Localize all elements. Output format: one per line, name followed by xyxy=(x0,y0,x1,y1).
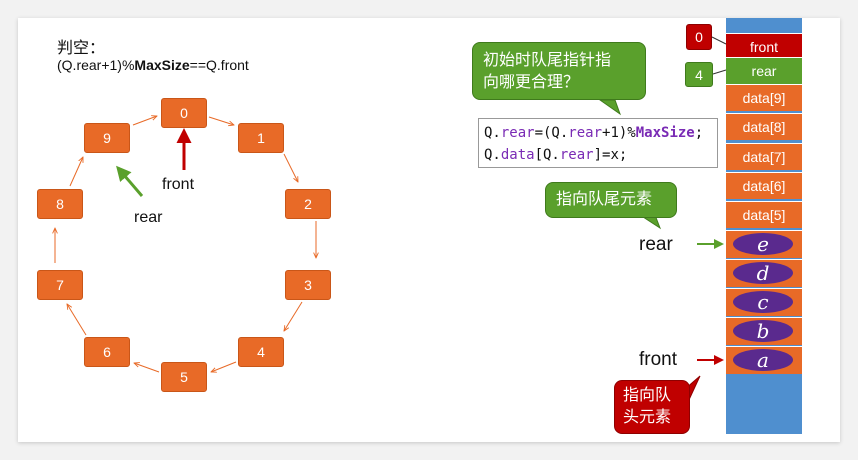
ring-node-0: 0 xyxy=(161,98,207,128)
ring-node-3: 3 xyxy=(285,270,331,300)
arrow-8-9 xyxy=(69,157,84,187)
arrow-3-4 xyxy=(284,301,303,331)
arrow-9-0 xyxy=(132,116,157,126)
callout-top-tail xyxy=(598,99,621,116)
callout-head-line2: 头元素 xyxy=(623,409,672,426)
rear-index-connector xyxy=(712,69,727,75)
queue-rear-cell: rear xyxy=(726,57,802,84)
arrow-1-2 xyxy=(283,153,298,182)
queue-front-cell: front xyxy=(726,33,802,60)
queue-data-cell-7: data[7] xyxy=(726,143,802,170)
rear-index-tag: 4 xyxy=(685,62,713,87)
queue-data-cell-9: data[9] xyxy=(726,84,802,111)
rear-arrow xyxy=(116,165,144,197)
ring-front-label: front xyxy=(162,176,195,193)
arrow-4-5 xyxy=(211,361,237,372)
code-block: Q.rear=(Q.rear+1)%MaxSize; Q.data[Q.rear]… xyxy=(478,118,718,168)
code-line-1: Q.rear=(Q.rear+1)%MaxSize; xyxy=(484,125,704,141)
callout-initial-rear: 初始时队尾指针指 向哪更合理？ xyxy=(472,42,646,100)
rear-pointer-label: rear xyxy=(639,234,673,255)
callout-tail-element: 指向队尾元素 xyxy=(545,182,677,218)
front-index-tag: 0 xyxy=(686,24,712,50)
queue-data-cell-5: data[5] xyxy=(726,201,802,228)
callout-head-line1: 指向队 xyxy=(623,387,672,404)
ring-node-7: 7 xyxy=(37,270,83,300)
ring-node-2: 2 xyxy=(285,189,331,219)
ring-node-5: 5 xyxy=(161,362,207,392)
ring-node-8: 8 xyxy=(37,189,83,219)
queue-element-b: b xyxy=(733,319,793,343)
queue-element-d: d xyxy=(733,261,793,285)
queue-element-c: c xyxy=(733,290,793,314)
callout-initial-rear-line2: 向哪更合理？ xyxy=(483,74,580,91)
arrow-6-7 xyxy=(67,304,87,336)
ring-node-6: 6 xyxy=(84,337,130,367)
ring-node-9: 9 xyxy=(84,123,130,153)
callout-initial-rear-line1: 初始时队尾指针指 xyxy=(483,52,612,69)
ring-node-1: 1 xyxy=(238,123,284,153)
ring-node-4: 4 xyxy=(238,337,284,367)
callout-head-element: 指向队 头元素 xyxy=(614,380,690,434)
queue-element-a: a xyxy=(733,348,793,372)
code-line-2: Q.data[Q.rear]=x; xyxy=(484,147,628,163)
arrow-0-1 xyxy=(208,116,234,125)
queue-data-cell-8: data[8] xyxy=(726,113,802,140)
ring-rear-label: rear xyxy=(134,209,163,226)
front-index-connector xyxy=(711,36,727,45)
arrow-5-6 xyxy=(134,363,160,373)
front-pointer-label: front xyxy=(639,349,678,370)
queue-data-cell-6: data[6] xyxy=(726,172,802,199)
queue-element-e: e xyxy=(733,232,793,256)
